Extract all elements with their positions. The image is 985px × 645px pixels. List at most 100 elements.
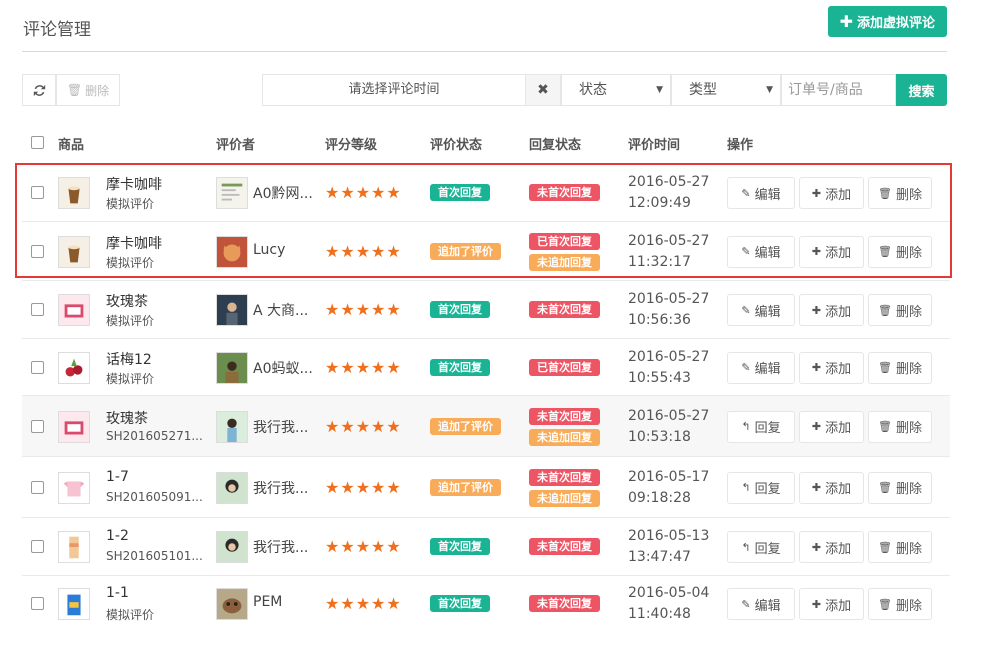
plus-icon: ✚ <box>811 481 822 494</box>
add-label: 添加 <box>825 362 852 377</box>
add-button[interactable]: ✚ 添加 <box>799 177 864 209</box>
row-checkbox[interactable] <box>31 303 44 316</box>
reply-status-badge: 未追加回复 <box>529 428 600 446</box>
edit-button[interactable]: ✎ 编辑 <box>727 294 795 326</box>
refresh-button[interactable] <box>22 74 56 106</box>
product-name[interactable]: 1-1 <box>106 585 129 601</box>
review-date: 2016-05-13 <box>628 528 710 544</box>
edit-icon: ✎ <box>741 361 751 374</box>
header-review-time: 评价时间 <box>628 138 681 153</box>
rating-stars: ★★★★★ <box>325 357 402 377</box>
product-name[interactable]: 话梅12 <box>106 349 152 369</box>
add-button[interactable]: ✚ 添加 <box>799 294 864 326</box>
row-checkbox[interactable] <box>31 419 44 433</box>
add-button[interactable]: ✚ 添加 <box>799 410 864 443</box>
reply-label: 回复 <box>754 541 781 557</box>
product-thumbnail <box>58 471 90 504</box>
review-date: 2016-05-27 <box>628 348 710 365</box>
reply-button[interactable]: ↰ 回复 <box>727 410 795 443</box>
date-range-input[interactable]: 请选择评论时间 <box>262 74 526 106</box>
edit-button[interactable]: ✎ 编辑 <box>727 177 795 209</box>
product-thumbnail <box>58 351 90 384</box>
product-name[interactable]: 玫瑰茶 <box>106 408 148 428</box>
product-name[interactable]: 1-2 <box>106 528 129 544</box>
delete-label: 删除 <box>895 246 922 261</box>
bulk-delete-button[interactable]: 🗑 删除 <box>56 74 120 106</box>
add-button[interactable]: ✚ 添加 <box>799 471 864 504</box>
product-subtitle: 模拟评价 <box>106 371 155 386</box>
reply-icon: ↰ <box>741 481 751 494</box>
table-row: 1-7 SH201605091... 我行我... ★★★★★ 追加了评价 未首… <box>22 456 950 517</box>
product-name[interactable]: 摩卡咖啡 <box>106 174 162 194</box>
row-checkbox[interactable] <box>31 540 44 553</box>
review-time: 2016-05-17 09:18:28 <box>628 467 709 509</box>
reply-status-badge: 未追加回复 <box>529 489 600 507</box>
reviewer-name: 我行我... <box>253 419 309 436</box>
add-button[interactable]: ✚ 添加 <box>799 351 864 384</box>
delete-button[interactable]: 🗑 删除 <box>868 235 932 268</box>
reply-status-badge: 已首次回复 <box>529 358 600 376</box>
review-status-badge: 追加了评价 <box>430 478 501 496</box>
row-checkbox[interactable] <box>31 244 44 258</box>
trash-icon: 🗑 <box>878 540 892 554</box>
delete-button[interactable]: 🗑 删除 <box>868 177 932 209</box>
reviewer-avatar <box>216 351 248 384</box>
search-input[interactable]: 订单号/商品 <box>781 74 896 106</box>
status-select[interactable]: 状态 ▼ <box>561 74 671 106</box>
reply-status-badge: 未首次回复 <box>529 538 600 555</box>
reviewer-avatar <box>216 471 248 504</box>
add-button[interactable]: ✚ 添加 <box>799 235 864 268</box>
clear-date-button[interactable]: ✖ <box>526 74 561 106</box>
add-label: 添加 <box>825 187 852 203</box>
add-label: 添加 <box>825 541 852 557</box>
add-button[interactable]: ✚ 添加 <box>799 588 864 620</box>
delete-button[interactable]: 🗑 删除 <box>868 294 932 326</box>
select-all-checkbox[interactable] <box>31 136 44 149</box>
reviewer-name: PEM <box>253 594 283 610</box>
review-clock: 10:53:18 <box>628 428 691 445</box>
row-checkbox[interactable] <box>31 597 44 610</box>
product-subtitle: 模拟评价 <box>106 255 155 270</box>
delete-button[interactable]: 🗑 删除 <box>868 351 932 384</box>
header-reviewer: 评价者 <box>216 138 256 153</box>
review-clock: 13:47:47 <box>628 549 691 565</box>
edit-button[interactable]: ✎ 编辑 <box>727 351 795 384</box>
rating-stars: ★★★★★ <box>325 241 402 261</box>
delete-button[interactable]: 🗑 删除 <box>868 471 932 504</box>
plus-icon: ✚ <box>811 597 822 611</box>
delete-button[interactable]: 🗑 删除 <box>868 531 932 563</box>
edit-label: 编辑 <box>754 598 781 614</box>
rating-stars: ★★★★★ <box>325 537 402 556</box>
table-row: 玫瑰茶 模拟评价 A 大商... ★★★★★ 首次回复 未首次回复 2016-0… <box>22 280 950 338</box>
delete-label: 删除 <box>895 304 922 320</box>
trash-icon: 🗑 <box>66 83 83 97</box>
edit-button[interactable]: ✎ 编辑 <box>727 235 795 268</box>
delete-button[interactable]: 🗑 删除 <box>868 410 932 443</box>
row-checkbox[interactable] <box>31 186 44 199</box>
product-name[interactable]: 摩卡咖啡 <box>106 233 162 253</box>
reply-button[interactable]: ↰ 回复 <box>727 471 795 504</box>
row-checkbox[interactable] <box>31 360 44 374</box>
row-checkbox[interactable] <box>31 480 44 494</box>
review-time: 2016-05-27 10:55:43 <box>628 347 709 389</box>
search-button[interactable]: 搜索 <box>896 74 947 106</box>
edit-label: 编辑 <box>754 246 781 261</box>
delete-label: 删除 <box>895 421 922 436</box>
reviewer-name: A0黔网... <box>253 186 313 202</box>
add-button[interactable]: ✚ 添加 <box>799 531 864 563</box>
reply-button[interactable]: ↰ 回复 <box>727 531 795 563</box>
product-name[interactable]: 1-7 <box>106 469 129 485</box>
review-status-badge: 追加了评价 <box>430 242 501 260</box>
header-product: 商品 <box>58 138 85 153</box>
reviewer-name: 我行我... <box>253 540 309 556</box>
add-virtual-review-button[interactable]: ✚ 添加虚拟评论 <box>827 6 947 37</box>
review-status-badge: 首次回复 <box>430 538 490 555</box>
type-select[interactable]: 类型 ▼ <box>671 74 781 106</box>
add-virtual-review-label: 添加虚拟评论 <box>856 16 935 31</box>
edit-button[interactable]: ✎ 编辑 <box>727 588 795 620</box>
product-subtitle: 模拟评价 <box>106 197 155 211</box>
add-label: 添加 <box>825 421 852 436</box>
delete-button[interactable]: 🗑 删除 <box>868 588 932 620</box>
product-name[interactable]: 玫瑰茶 <box>106 291 148 311</box>
edit-icon: ✎ <box>741 597 751 611</box>
